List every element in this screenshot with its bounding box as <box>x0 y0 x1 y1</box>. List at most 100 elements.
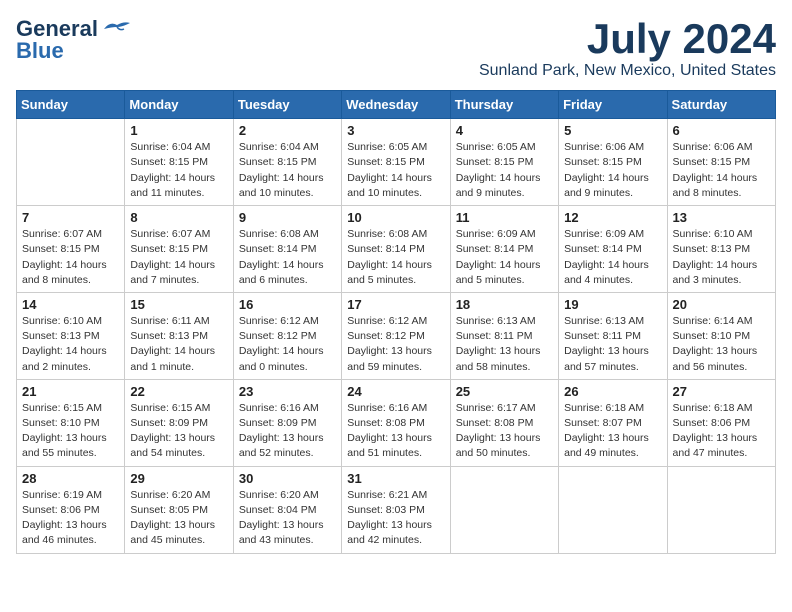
day-number: 17 <box>347 297 444 312</box>
day-number: 31 <box>347 471 444 486</box>
day-info: Sunrise: 6:17 AMSunset: 8:08 PMDaylight:… <box>456 401 553 462</box>
col-tuesday: Tuesday <box>233 91 341 119</box>
day-number: 4 <box>456 123 553 138</box>
calendar-cell <box>667 466 775 553</box>
day-info: Sunrise: 6:12 AMSunset: 8:12 PMDaylight:… <box>239 314 336 375</box>
day-info: Sunrise: 6:08 AMSunset: 8:14 PMDaylight:… <box>347 227 444 288</box>
day-number: 21 <box>22 384 119 399</box>
calendar-header-row: Sunday Monday Tuesday Wednesday Thursday… <box>17 91 776 119</box>
calendar-cell: 10 Sunrise: 6:08 AMSunset: 8:14 PMDaylig… <box>342 206 450 293</box>
day-info: Sunrise: 6:21 AMSunset: 8:03 PMDaylight:… <box>347 488 444 549</box>
day-number: 27 <box>673 384 770 399</box>
day-info: Sunrise: 6:06 AMSunset: 8:15 PMDaylight:… <box>564 140 661 201</box>
day-number: 25 <box>456 384 553 399</box>
day-number: 19 <box>564 297 661 312</box>
logo: General Blue <box>16 16 132 64</box>
calendar-cell <box>559 466 667 553</box>
day-number: 20 <box>673 297 770 312</box>
col-friday: Friday <box>559 91 667 119</box>
calendar-cell <box>17 119 125 206</box>
day-info: Sunrise: 6:10 AMSunset: 8:13 PMDaylight:… <box>673 227 770 288</box>
logo-bird-icon <box>102 19 132 39</box>
day-number: 23 <box>239 384 336 399</box>
col-saturday: Saturday <box>667 91 775 119</box>
day-number: 9 <box>239 210 336 225</box>
day-info: Sunrise: 6:20 AMSunset: 8:05 PMDaylight:… <box>130 488 227 549</box>
calendar-cell: 24 Sunrise: 6:16 AMSunset: 8:08 PMDaylig… <box>342 379 450 466</box>
day-number: 1 <box>130 123 227 138</box>
calendar-cell: 23 Sunrise: 6:16 AMSunset: 8:09 PMDaylig… <box>233 379 341 466</box>
calendar-cell: 4 Sunrise: 6:05 AMSunset: 8:15 PMDayligh… <box>450 119 558 206</box>
calendar-cell: 29 Sunrise: 6:20 AMSunset: 8:05 PMDaylig… <box>125 466 233 553</box>
col-thursday: Thursday <box>450 91 558 119</box>
page-title: July 2024 <box>479 16 776 62</box>
day-number: 7 <box>22 210 119 225</box>
day-number: 26 <box>564 384 661 399</box>
day-number: 3 <box>347 123 444 138</box>
calendar-cell: 25 Sunrise: 6:17 AMSunset: 8:08 PMDaylig… <box>450 379 558 466</box>
day-number: 12 <box>564 210 661 225</box>
day-number: 8 <box>130 210 227 225</box>
day-number: 10 <box>347 210 444 225</box>
day-info: Sunrise: 6:07 AMSunset: 8:15 PMDaylight:… <box>22 227 119 288</box>
calendar-cell: 1 Sunrise: 6:04 AMSunset: 8:15 PMDayligh… <box>125 119 233 206</box>
day-number: 6 <box>673 123 770 138</box>
calendar-cell: 30 Sunrise: 6:20 AMSunset: 8:04 PMDaylig… <box>233 466 341 553</box>
calendar-week-row: 21 Sunrise: 6:15 AMSunset: 8:10 PMDaylig… <box>17 379 776 466</box>
calendar-week-row: 14 Sunrise: 6:10 AMSunset: 8:13 PMDaylig… <box>17 292 776 379</box>
title-block: July 2024 Sunland Park, New Mexico, Unit… <box>479 16 776 80</box>
day-info: Sunrise: 6:06 AMSunset: 8:15 PMDaylight:… <box>673 140 770 201</box>
day-info: Sunrise: 6:15 AMSunset: 8:10 PMDaylight:… <box>22 401 119 462</box>
calendar-cell: 21 Sunrise: 6:15 AMSunset: 8:10 PMDaylig… <box>17 379 125 466</box>
calendar-cell: 3 Sunrise: 6:05 AMSunset: 8:15 PMDayligh… <box>342 119 450 206</box>
day-info: Sunrise: 6:13 AMSunset: 8:11 PMDaylight:… <box>564 314 661 375</box>
col-monday: Monday <box>125 91 233 119</box>
day-info: Sunrise: 6:16 AMSunset: 8:08 PMDaylight:… <box>347 401 444 462</box>
calendar-cell: 27 Sunrise: 6:18 AMSunset: 8:06 PMDaylig… <box>667 379 775 466</box>
calendar-cell: 2 Sunrise: 6:04 AMSunset: 8:15 PMDayligh… <box>233 119 341 206</box>
col-sunday: Sunday <box>17 91 125 119</box>
day-number: 5 <box>564 123 661 138</box>
day-info: Sunrise: 6:20 AMSunset: 8:04 PMDaylight:… <box>239 488 336 549</box>
day-number: 11 <box>456 210 553 225</box>
day-info: Sunrise: 6:10 AMSunset: 8:13 PMDaylight:… <box>22 314 119 375</box>
day-number: 15 <box>130 297 227 312</box>
day-info: Sunrise: 6:15 AMSunset: 8:09 PMDaylight:… <box>130 401 227 462</box>
calendar-cell: 19 Sunrise: 6:13 AMSunset: 8:11 PMDaylig… <box>559 292 667 379</box>
calendar-cell: 17 Sunrise: 6:12 AMSunset: 8:12 PMDaylig… <box>342 292 450 379</box>
day-number: 28 <box>22 471 119 486</box>
day-info: Sunrise: 6:12 AMSunset: 8:12 PMDaylight:… <box>347 314 444 375</box>
calendar-cell: 5 Sunrise: 6:06 AMSunset: 8:15 PMDayligh… <box>559 119 667 206</box>
col-wednesday: Wednesday <box>342 91 450 119</box>
day-info: Sunrise: 6:14 AMSunset: 8:10 PMDaylight:… <box>673 314 770 375</box>
day-info: Sunrise: 6:18 AMSunset: 8:06 PMDaylight:… <box>673 401 770 462</box>
calendar-cell: 16 Sunrise: 6:12 AMSunset: 8:12 PMDaylig… <box>233 292 341 379</box>
calendar-cell: 6 Sunrise: 6:06 AMSunset: 8:15 PMDayligh… <box>667 119 775 206</box>
day-number: 13 <box>673 210 770 225</box>
calendar-cell: 26 Sunrise: 6:18 AMSunset: 8:07 PMDaylig… <box>559 379 667 466</box>
day-info: Sunrise: 6:08 AMSunset: 8:14 PMDaylight:… <box>239 227 336 288</box>
day-info: Sunrise: 6:09 AMSunset: 8:14 PMDaylight:… <box>456 227 553 288</box>
calendar-cell: 12 Sunrise: 6:09 AMSunset: 8:14 PMDaylig… <box>559 206 667 293</box>
calendar-table: Sunday Monday Tuesday Wednesday Thursday… <box>16 90 776 553</box>
day-number: 24 <box>347 384 444 399</box>
day-info: Sunrise: 6:13 AMSunset: 8:11 PMDaylight:… <box>456 314 553 375</box>
page-header: General Blue July 2024 Sunland Park, New… <box>16 16 776 80</box>
calendar-cell: 13 Sunrise: 6:10 AMSunset: 8:13 PMDaylig… <box>667 206 775 293</box>
calendar-cell: 18 Sunrise: 6:13 AMSunset: 8:11 PMDaylig… <box>450 292 558 379</box>
calendar-cell: 20 Sunrise: 6:14 AMSunset: 8:10 PMDaylig… <box>667 292 775 379</box>
day-info: Sunrise: 6:07 AMSunset: 8:15 PMDaylight:… <box>130 227 227 288</box>
day-number: 18 <box>456 297 553 312</box>
calendar-cell: 11 Sunrise: 6:09 AMSunset: 8:14 PMDaylig… <box>450 206 558 293</box>
calendar-week-row: 7 Sunrise: 6:07 AMSunset: 8:15 PMDayligh… <box>17 206 776 293</box>
day-info: Sunrise: 6:18 AMSunset: 8:07 PMDaylight:… <box>564 401 661 462</box>
calendar-cell: 22 Sunrise: 6:15 AMSunset: 8:09 PMDaylig… <box>125 379 233 466</box>
day-info: Sunrise: 6:16 AMSunset: 8:09 PMDaylight:… <box>239 401 336 462</box>
day-info: Sunrise: 6:04 AMSunset: 8:15 PMDaylight:… <box>130 140 227 201</box>
day-number: 16 <box>239 297 336 312</box>
day-number: 2 <box>239 123 336 138</box>
page-subtitle: Sunland Park, New Mexico, United States <box>479 62 776 80</box>
calendar-week-row: 1 Sunrise: 6:04 AMSunset: 8:15 PMDayligh… <box>17 119 776 206</box>
day-number: 14 <box>22 297 119 312</box>
day-info: Sunrise: 6:19 AMSunset: 8:06 PMDaylight:… <box>22 488 119 549</box>
